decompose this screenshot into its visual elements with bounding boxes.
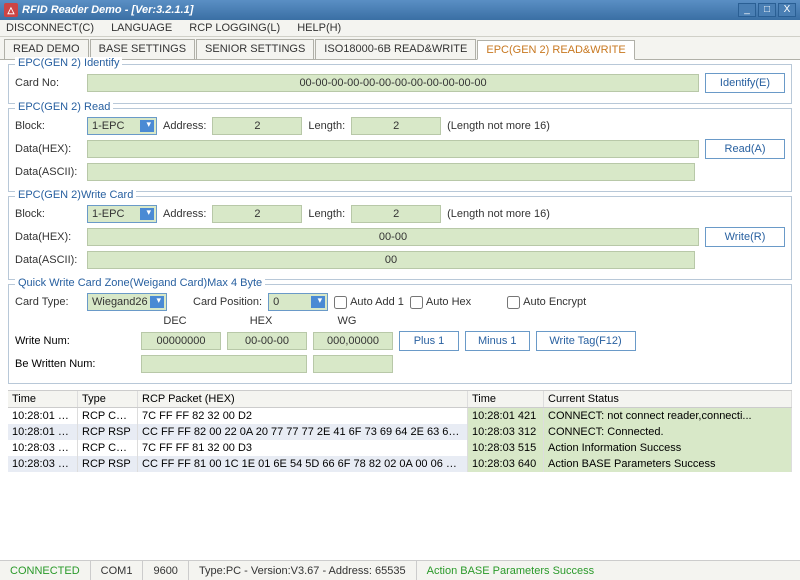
write-hex-label: Data(HEX): <box>15 231 81 243</box>
col-hex: HEX <box>221 315 301 327</box>
writenum-dec[interactable]: 00000000 <box>141 332 221 350</box>
menu-rcplog[interactable]: RCP LOGGING(L) <box>189 22 280 34</box>
read-addr-label: Address: <box>163 120 206 132</box>
status-row: 10:28:03 640Action BASE Parameters Succe… <box>468 456 792 472</box>
window-title: RFID Reader Demo - [Ver:3.2.1.1] <box>22 4 193 16</box>
writenum-wg[interactable]: 000,00000 <box>313 332 393 350</box>
read-ascii-label: Data(ASCII): <box>15 166 81 178</box>
bewritten-field1 <box>141 355 307 373</box>
bewritten-field2 <box>313 355 393 373</box>
tab-content: EPC(GEN 2) Identify Card No: 00-00-00-00… <box>0 59 800 476</box>
log-right: Time Current Status 10:28:01 421CONNECT:… <box>468 391 792 472</box>
app-icon: △ <box>4 3 18 17</box>
statusbar: CONNECTED COM1 9600 Type:PC - Version:V3… <box>0 560 800 580</box>
writenum-hex[interactable]: 00-00-00 <box>227 332 307 350</box>
writenum-label: Write Num: <box>15 335 135 347</box>
cardpos-label: Card Position: <box>193 296 262 308</box>
log-row: 10:28:03 531RCP CMD7C FF FF 81 32 00 D3 <box>8 440 468 456</box>
cardtype-label: Card Type: <box>15 296 81 308</box>
write-addr-label: Address: <box>163 208 206 220</box>
log-row: 10:28:01 484RCP CMD7C FF FF 82 32 00 D2 <box>8 408 468 424</box>
tab-iso18000[interactable]: ISO18000-6B READ&WRITE <box>315 39 476 59</box>
group-identify: EPC(GEN 2) Identify Card No: 00-00-00-00… <box>8 64 792 104</box>
tab-base-settings[interactable]: BASE SETTINGS <box>90 39 195 59</box>
status-action: Action BASE Parameters Success <box>417 561 800 580</box>
tab-epc-gen2[interactable]: EPC(GEN 2) READ&WRITE <box>477 40 634 60</box>
group-title-quick: Quick Write Card Zone(Weigand Card)Max 4… <box>15 277 265 289</box>
status-row: 10:28:01 421CONNECT: not connect reader,… <box>468 408 792 424</box>
write-block-label: Block: <box>15 208 81 220</box>
close-button[interactable]: X <box>778 3 796 17</box>
write-hex-field[interactable]: 00-00 <box>87 228 699 246</box>
bewritten-label: Be Written Num: <box>15 358 135 370</box>
status-port: COM1 <box>91 561 144 580</box>
read-block-label: Block: <box>15 120 81 132</box>
status-version: Type:PC - Version:V3.67 - Address: 65535 <box>189 561 417 580</box>
loghdr-status[interactable]: Current Status <box>544 391 792 407</box>
menu-help[interactable]: HELP(H) <box>297 22 341 34</box>
titlebar: △ RFID Reader Demo - [Ver:3.2.1.1] _ □ X <box>0 0 800 20</box>
read-addr-field[interactable]: 2 <box>212 117 302 135</box>
write-len-field[interactable]: 2 <box>351 205 441 223</box>
write-ascii-field[interactable]: 00 <box>87 251 695 269</box>
cardtype-select[interactable]: Wiegand26 <box>87 293 167 311</box>
loghdr-time2[interactable]: Time <box>468 391 544 407</box>
read-len-field[interactable]: 2 <box>351 117 441 135</box>
log-row: 10:28:03 640RCP RSPCC FF FF 81 00 1C 1E … <box>8 456 468 472</box>
status-row: 10:28:03 312CONNECT: Connected. <box>468 424 792 440</box>
loghdr-type[interactable]: Type <box>78 391 138 407</box>
log-left: Time Type RCP Packet (HEX) 10:28:01 484R… <box>8 391 468 472</box>
write-block-select[interactable]: 1-EPC <box>87 205 157 223</box>
group-read: EPC(GEN 2) Read Block: 1-EPC Address: 2 … <box>8 108 792 192</box>
auto-hex-check[interactable]: Auto Hex <box>410 296 471 309</box>
menu-disconnect[interactable]: DISCONNECT(C) <box>6 22 94 34</box>
write-ascii-label: Data(ASCII): <box>15 254 81 266</box>
tabbar: READ DEMO BASE SETTINGS SENIOR SETTINGS … <box>0 37 800 59</box>
status-baud: 9600 <box>143 561 188 580</box>
maximize-button[interactable]: □ <box>758 3 776 17</box>
read-ascii-field <box>87 163 695 181</box>
writetag-button[interactable]: Write Tag(F12) <box>536 331 636 351</box>
menu-language[interactable]: LANGUAGE <box>111 22 172 34</box>
read-block-select[interactable]: 1-EPC <box>87 117 157 135</box>
identify-button[interactable]: Identify(E) <box>705 73 785 93</box>
minus1-button[interactable]: Minus 1 <box>465 331 530 351</box>
loghdr-time[interactable]: Time <box>8 391 78 407</box>
auto-add1-check[interactable]: Auto Add 1 <box>334 296 404 309</box>
menubar: DISCONNECT(C) LANGUAGE RCP LOGGING(L) HE… <box>0 20 800 37</box>
group-title-identify: EPC(GEN 2) Identify <box>15 57 122 69</box>
write-len-label: Length: <box>308 208 345 220</box>
cardno-label: Card No: <box>15 77 81 89</box>
tab-read-demo[interactable]: READ DEMO <box>4 39 89 59</box>
plus1-button[interactable]: Plus 1 <box>399 331 459 351</box>
cardpos-select[interactable]: 0 <box>268 293 328 311</box>
group-write: EPC(GEN 2)Write Card Block: 1-EPC Addres… <box>8 196 792 280</box>
read-len-label: Length: <box>308 120 345 132</box>
cardno-field: 00-00-00-00-00-00-00-00-00-00-00-00 <box>87 74 699 92</box>
log-area: Time Type RCP Packet (HEX) 10:28:01 484R… <box>8 390 792 472</box>
read-hex-field <box>87 140 699 158</box>
tab-senior-settings[interactable]: SENIOR SETTINGS <box>196 39 314 59</box>
write-addr-field[interactable]: 2 <box>212 205 302 223</box>
loghdr-packet[interactable]: RCP Packet (HEX) <box>138 391 468 407</box>
write-note: (Length not more 16) <box>447 208 550 220</box>
group-title-write: EPC(GEN 2)Write Card <box>15 189 136 201</box>
status-row: 10:28:03 515Action Information Success <box>468 440 792 456</box>
col-dec: DEC <box>135 315 215 327</box>
read-hex-label: Data(HEX): <box>15 143 81 155</box>
col-wg: WG <box>307 315 387 327</box>
group-quickwrite: Quick Write Card Zone(Weigand Card)Max 4… <box>8 284 792 384</box>
status-connected: CONNECTED <box>0 561 91 580</box>
group-title-read: EPC(GEN 2) Read <box>15 101 113 113</box>
minimize-button[interactable]: _ <box>738 3 756 17</box>
auto-encrypt-check[interactable]: Auto Encrypt <box>507 296 586 309</box>
write-button[interactable]: Write(R) <box>705 227 785 247</box>
log-row: 10:28:01 578RCP RSPCC FF FF 82 00 22 0A … <box>8 424 468 440</box>
read-note: (Length not more 16) <box>447 120 550 132</box>
read-button[interactable]: Read(A) <box>705 139 785 159</box>
